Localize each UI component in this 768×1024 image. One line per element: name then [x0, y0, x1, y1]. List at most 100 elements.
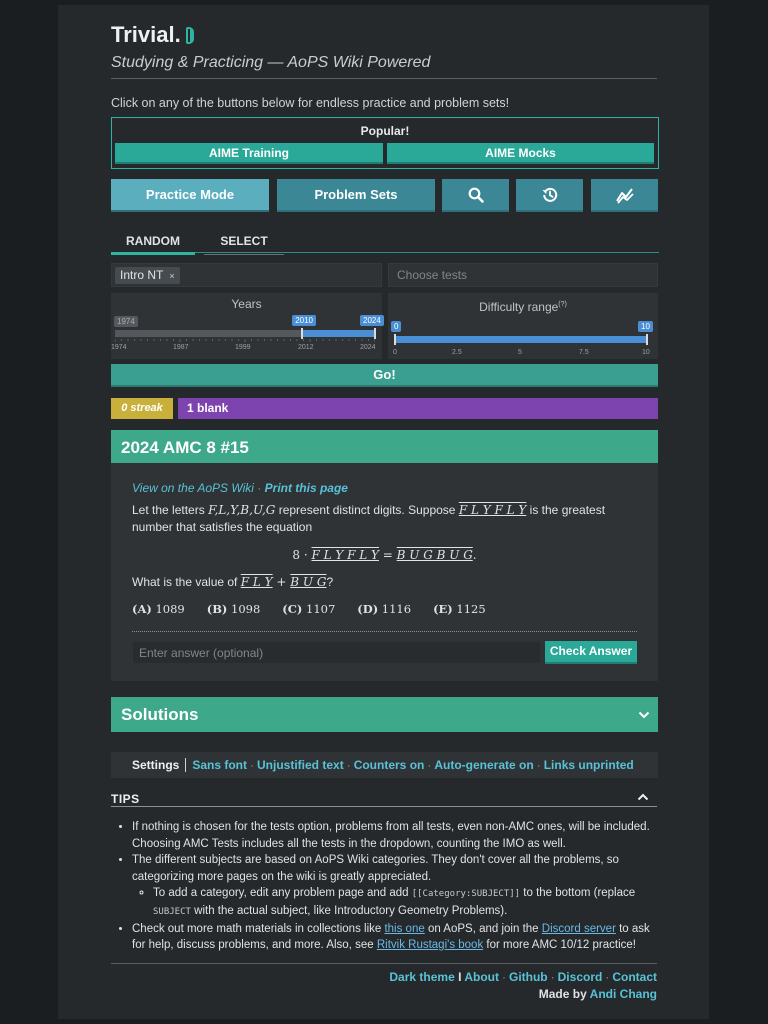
about-link[interactable]: About [464, 970, 499, 984]
header-divider [111, 78, 657, 79]
contact-link[interactable]: Contact [612, 970, 657, 984]
difficulty-tick-5: 5 [518, 349, 522, 356]
tip-item: The different subjects are based on AoPS… [132, 852, 657, 920]
problem-links: View on the AoPS Wiki · Print this page [132, 481, 348, 495]
difficulty-high-handle[interactable] [646, 334, 648, 345]
footer-separator: · [501, 970, 506, 984]
choice-value: 1125 [456, 602, 486, 616]
answer-choices: (A) 1089 (B) 1098 (C) 1107 (D) 1116 (E) … [132, 602, 508, 616]
years-title: Years [231, 297, 262, 311]
question-math: B U G [290, 575, 327, 589]
chevron-up-icon [637, 790, 649, 804]
tip-code: SUBJECT [153, 906, 191, 917]
subject-chip-label: Intro NT [120, 268, 164, 282]
question-math: F L Y [240, 575, 273, 589]
difficulty-help-icon[interactable]: (?) [558, 301, 567, 308]
years-tick-1974: 1974 [111, 344, 127, 351]
site-header: Trivial. [111, 22, 194, 48]
question-text: ? [326, 575, 334, 589]
footer-credit: Made by Andi Chang [111, 987, 657, 1001]
years-tick-1999: 1999 [235, 344, 251, 351]
solutions-toggle[interactable]: Solutions [111, 697, 658, 732]
equation-part: F L Y F L Y [311, 548, 379, 562]
practice-mode-button[interactable]: Practice Mode [111, 179, 269, 212]
statement-math: F L Y F L Y [458, 503, 527, 517]
print-page-link[interactable]: Print this page [265, 481, 348, 495]
tab-random[interactable]: RANDOM [111, 234, 195, 255]
search-button[interactable] [442, 179, 509, 212]
choice-value: 1116 [381, 602, 412, 616]
go-button[interactable]: Go! [111, 364, 658, 387]
chevron-down-icon [638, 697, 650, 732]
difficulty-tick-2-5: 2.5 [452, 349, 462, 356]
tab-select[interactable]: SELECT [204, 234, 284, 255]
tips-list: If nothing is chosen for the tests optio… [111, 819, 657, 954]
tip-text: The different subjects are based on AoPS… [132, 854, 619, 883]
tip-text: Check out more math materials in collect… [132, 922, 385, 935]
site-logo[interactable]: Trivial. [111, 22, 194, 48]
solutions-title: Solutions [121, 705, 199, 724]
setting-links[interactable]: Links unprinted [544, 758, 634, 772]
problem-title: 2024 AMC 8 #15 [111, 430, 658, 463]
answer-input[interactable]: Enter answer (optional) [132, 641, 541, 664]
discord-link[interactable]: Discord [558, 970, 603, 984]
setting-autogenerate[interactable]: Auto-generate on [434, 758, 533, 772]
choice-label: (A) [132, 602, 152, 616]
setting-font[interactable]: Sans font [192, 758, 247, 772]
years-low-handle[interactable] [301, 328, 304, 339]
subject-select[interactable]: Intro NT × [111, 263, 382, 287]
collection-link[interactable]: this one [384, 923, 424, 935]
search-icon [468, 187, 484, 203]
difficulty-low-handle[interactable] [394, 334, 396, 345]
tests-placeholder: Choose tests [397, 268, 468, 282]
footer-separator: · [550, 970, 555, 984]
footer-links: Dark theme I About · Github · Discord · Contac… [111, 970, 657, 984]
popular-box: Popular! AIME Training AIME Mocks [111, 117, 659, 169]
history-icon [542, 187, 557, 202]
difficulty-slider: Difficulty range(?) 0 10 0 2.5 5 7.5 10 [388, 293, 658, 359]
statement-text: is the greatest [529, 503, 606, 517]
discord-server-link[interactable]: Discord server [542, 923, 616, 935]
footer-separator: · [605, 970, 610, 984]
equation-part: B U G B U G [396, 548, 473, 562]
stats-icon [615, 187, 634, 204]
aime-training-button[interactable]: AIME Training [115, 143, 383, 164]
years-high-value: 2024 [360, 315, 384, 326]
setting-justify[interactable]: Unjustified text [257, 758, 344, 772]
choice-label: (E) [433, 602, 453, 616]
years-min-label: 1974 [114, 316, 138, 327]
tip-text: to the bottom (replace [520, 887, 636, 900]
settings-bar: Settings Sans font · Unjustified text · Count… [111, 752, 658, 778]
page-container: Trivial. Studying & Practicing — AoPS Wi… [58, 5, 709, 1019]
answer-divider [132, 631, 637, 632]
problem-sets-button[interactable]: Problem Sets [277, 179, 435, 212]
settings-label: Settings [132, 758, 187, 772]
dark-theme-toggle[interactable]: Dark theme [389, 970, 454, 984]
years-high-handle[interactable] [374, 328, 376, 339]
choice-label: (C) [282, 602, 303, 616]
history-button[interactable] [516, 179, 583, 212]
stats-button[interactable] [591, 179, 658, 212]
chip-remove-icon[interactable]: × [169, 271, 174, 281]
difficulty-high-value: 10 [638, 321, 653, 332]
author-link[interactable]: Andi Chang [590, 987, 657, 1001]
problem-question: What is the value of F L Y + B U G? [132, 574, 622, 591]
tips-title: TIPS [111, 792, 140, 806]
tests-select[interactable]: Choose tests [388, 263, 658, 287]
choice-label: (B) [206, 602, 228, 616]
difficulty-tick-10: 10 [642, 349, 650, 356]
problem-equation: 8 · F L Y F L Y = B U G B U G. [111, 548, 658, 562]
footer-divider [111, 963, 657, 964]
statement-text: represent distinct digits. Suppose [278, 503, 456, 517]
difficulty-low-value: 0 [391, 321, 402, 332]
setting-counters[interactable]: Counters on [354, 758, 425, 772]
difficulty-tick-7-5: 7.5 [579, 349, 589, 356]
aime-mocks-button[interactable]: AIME Mocks [387, 143, 654, 164]
tips-header[interactable]: TIPS [111, 792, 657, 807]
check-answer-button[interactable]: Check Answer [545, 641, 637, 664]
book-link[interactable]: Ritvik Rustagi's book [377, 939, 483, 951]
github-link[interactable]: Github [509, 970, 548, 984]
choice-a: (A) 1089 [132, 602, 185, 616]
aops-wiki-link[interactable]: View on the AoPS Wiki [132, 481, 254, 495]
choice-e: (E) 1125 [433, 602, 486, 616]
